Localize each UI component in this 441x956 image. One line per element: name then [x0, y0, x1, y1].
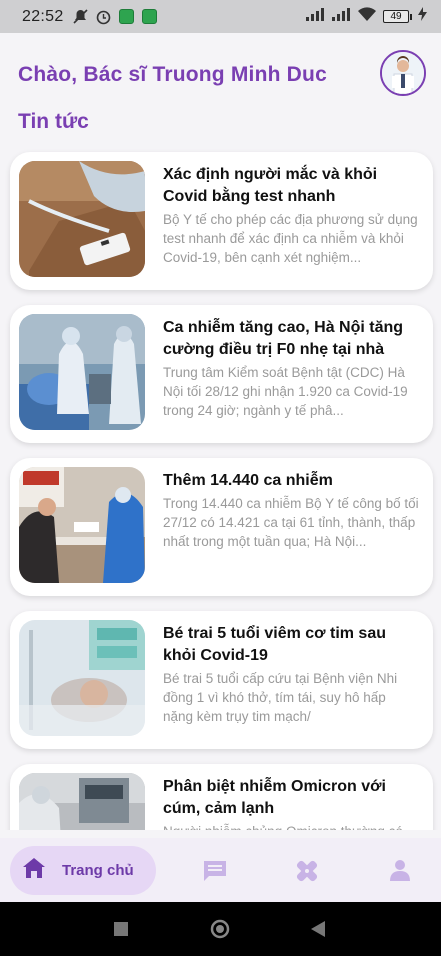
- status-right-icons: 49: [305, 6, 427, 27]
- news-thumbnail: [19, 314, 145, 430]
- status-left-icons: [72, 8, 158, 25]
- nav-home-tab[interactable]: Trang chủ: [10, 846, 156, 895]
- greeting-title: Chào, Bác sĩ Truong Minh Duc: [18, 63, 327, 86]
- home-icon: [22, 857, 46, 884]
- recent-apps-icon[interactable]: [114, 922, 128, 941]
- news-thumbnail: [19, 467, 145, 583]
- battery-icon: 49: [383, 10, 412, 23]
- news-card[interactable]: Ca nhiễm tăng cao, Hà Nội tăng cường điề…: [10, 305, 433, 443]
- news-title: Bé trai 5 tuổi viêm cơ tim sau khỏi Covi…: [163, 625, 386, 664]
- bottom-navigation: Trang chủ: [0, 838, 441, 902]
- home-button-icon[interactable]: [210, 919, 230, 944]
- status-time: 22:52: [22, 7, 64, 25]
- news-thumbnail: [19, 161, 145, 277]
- chat-icon[interactable]: [202, 858, 228, 884]
- back-icon[interactable]: [311, 921, 325, 942]
- signal-icon: [305, 7, 325, 26]
- news-thumbnail: [19, 620, 145, 736]
- alarm-icon: [95, 8, 112, 25]
- news-card[interactable]: Bé trai 5 tuổi viêm cơ tim sau khỏi Covi…: [10, 611, 433, 749]
- section-title-news: Tin tức: [18, 110, 89, 133]
- signal-icon: [331, 7, 351, 26]
- news-title: Thêm 14.440 ca nhiễm: [163, 472, 333, 489]
- avatar[interactable]: [380, 50, 426, 96]
- charging-icon: [418, 7, 427, 26]
- news-description: Bộ Y tế cho phép các địa phương sử dụng …: [163, 212, 418, 265]
- news-title: Phân biệt nhiễm Omicron với cúm, cảm lạn…: [163, 778, 386, 817]
- header: Chào, Bác sĩ Truong Minh Duc: [0, 33, 441, 103]
- mute-icon: [72, 8, 89, 25]
- wifi-icon: [357, 6, 377, 27]
- doctor-avatar-icon: [382, 52, 424, 94]
- news-card[interactable]: Phân biệt nhiễm Omicron với cúm, cảm lạn…: [10, 764, 433, 830]
- bandage-icon[interactable]: [294, 858, 320, 884]
- status-bar: 22:52 49: [0, 0, 441, 33]
- news-title: Xác định người mắc và khỏi Covid bằng te…: [163, 166, 378, 205]
- profile-icon[interactable]: [388, 858, 414, 884]
- news-description: Người nhiễm chủng Omicron thường có...: [163, 822, 419, 830]
- app-notification-icon: [118, 8, 135, 25]
- app-notification-icon: [141, 8, 158, 25]
- news-description: Trong 14.440 ca nhiễm Bộ Y tế công bố tố…: [163, 496, 419, 549]
- nav-home-label: Trang chủ: [62, 862, 134, 879]
- news-description: Trung tâm Kiểm soát Bệnh tật (CDC) Hà Nộ…: [163, 365, 408, 418]
- news-list[interactable]: Xác định người mắc và khỏi Covid bằng te…: [0, 148, 441, 830]
- news-card[interactable]: Thêm 14.440 ca nhiễm Trong 14.440 ca nhi…: [10, 458, 433, 596]
- news-card[interactable]: Xác định người mắc và khỏi Covid bằng te…: [10, 152, 433, 290]
- news-thumbnail: [19, 773, 145, 830]
- news-description: Bé trai 5 tuổi cấp cứu tại Bệnh viện Nhi…: [163, 671, 398, 724]
- battery-level: 49: [383, 10, 409, 23]
- system-navigation-bar: [0, 902, 441, 956]
- news-title: Ca nhiễm tăng cao, Hà Nội tăng cường điề…: [163, 319, 404, 358]
